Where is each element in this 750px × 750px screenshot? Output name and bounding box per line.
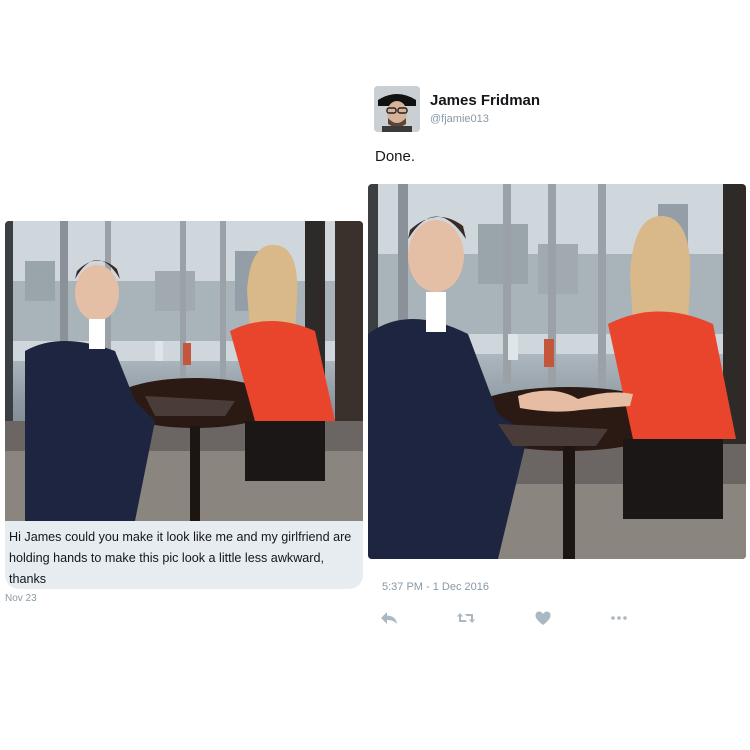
tweet-timestamp[interactable]: 5:37 PM - 1 Dec 2016 <box>382 581 489 593</box>
couple-photo-original <box>5 221 363 521</box>
avatar-image <box>374 86 420 132</box>
message-bubble: Hi James could you make it look like me … <box>5 521 363 589</box>
avatar[interactable] <box>374 86 420 132</box>
more-icon[interactable] <box>610 610 628 626</box>
retweet-icon[interactable] <box>456 610 476 626</box>
couple-photo-edited <box>368 184 746 559</box>
tweet-text: Done. <box>375 148 416 165</box>
left-original-photo[interactable] <box>5 221 363 521</box>
right-edited-photo[interactable] <box>368 184 746 559</box>
author-handle[interactable]: @fjamie013 <box>430 113 489 125</box>
reply-icon[interactable] <box>380 610 398 626</box>
message-date: Nov 23 <box>5 593 37 604</box>
like-icon[interactable] <box>534 610 552 626</box>
author-name[interactable]: James Fridman <box>430 92 540 109</box>
message-text: Hi James could you make it look like me … <box>9 530 352 586</box>
